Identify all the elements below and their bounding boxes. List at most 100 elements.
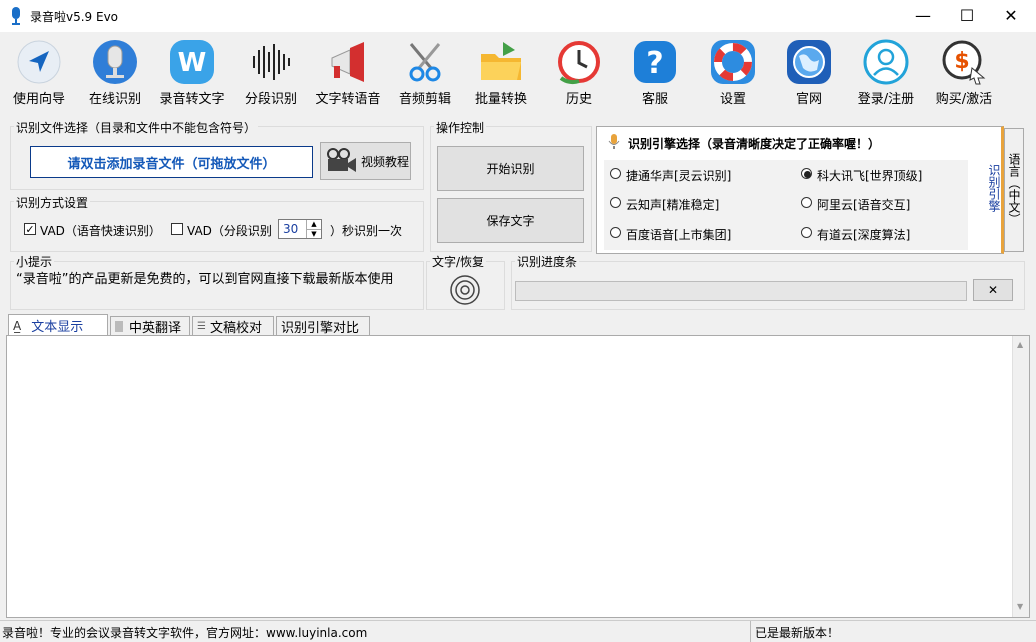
toolbar-label: 在线识别 [88,92,141,107]
engine-radio-youdao[interactable] [801,227,812,238]
seconds-spinner[interactable]: 30 ▲ ▼ [278,219,322,239]
toolbar: 使用向导 在线识别 W 录音转文字 分段识别 文字转语音 音频剪辑 批量转换 历… [0,32,1036,114]
video-tutorial-button[interactable]: 视频教程 [320,142,411,180]
vertical-scrollbar[interactable]: ▲ ▼ [1012,336,1029,617]
status-bar: 录音啦！专业的会议录音转文字软件，官方网址：www.luyinla.com 已是… [0,620,1036,642]
toolbar-label: 使用向导 [12,92,65,107]
engine-label-aliyun: 阿里云[语音交互] [817,198,911,212]
dollar-icon: $ [942,40,986,85]
vad-fast-checkbox[interactable]: ✓ [24,223,36,235]
title-bar: 录音啦v5.9 Evo — ☐ ✕ [0,0,1036,32]
toolbar-service-button[interactable]: ? 客服 [622,32,688,112]
document-icon [115,321,123,332]
toolbar-tts-button[interactable]: 文字转语音 [310,32,386,112]
toolbar-rec2text-button[interactable]: W 录音转文字 [154,32,230,112]
file-select-title: 识别文件选择（目录和文件中不能包含符号） [14,119,259,136]
mode-title: 识别方式设置 [14,194,91,211]
toolbar-label: 文字转语音 [315,92,381,107]
toolbar-label: 登录/注册 [857,92,915,107]
spinner-down-icon[interactable]: ▼ [306,229,321,238]
toolbar-cut-button[interactable]: 音频剪辑 [392,32,458,112]
toolbar-label: 批量转换 [474,92,527,107]
engine-label-youdao: 有道云[深度算法] [817,228,911,242]
toolbar-batch-button[interactable]: 批量转换 [468,32,534,112]
minimize-button[interactable]: — [900,0,946,31]
globe-icon [787,40,831,84]
microphone-icon [93,40,137,84]
svg-text:?: ? [646,46,663,81]
toolbar-online-button[interactable]: 在线识别 [82,32,148,112]
svg-text:$: $ [954,49,969,74]
toolbar-wizard-button[interactable]: 使用向导 [6,32,72,112]
tips-title: 小提示 [14,253,55,270]
engine-radio-iflytek[interactable] [801,168,812,179]
megaphone-icon [331,42,364,82]
engine-label-iflytek: 科大讯飞[世界顶级] [817,169,923,183]
help-icon: ? [634,41,676,83]
toolbar-label: 历史 [565,92,592,107]
toolbar-label: 录音转文字 [159,92,225,107]
engine-radio-unisound[interactable] [610,197,621,208]
scroll-up-icon[interactable]: ▲ [1017,340,1023,349]
list-icon: ☰ [197,321,206,332]
engine-radio-jietong[interactable] [610,168,621,179]
engine-radio-baidu[interactable] [610,227,621,238]
toolbar-label: 音频剪辑 [398,92,451,107]
toolbar-label: 官网 [795,92,822,107]
lifebuoy-icon [711,40,755,84]
text-display-area[interactable]: ▲ ▼ [6,335,1030,618]
maximize-button[interactable]: ☐ [944,0,990,31]
engine-label-unisound: 云知声[精准稳定] [626,198,720,212]
tab-proofread[interactable]: ☰ 文稿校对 [192,316,274,336]
progress-title: 识别进度条 [515,253,580,270]
toolbar-buy-button[interactable]: $ 购买/激活 [926,32,1002,112]
toolbar-segment-button[interactable]: 分段识别 [238,32,304,112]
progress-cancel-button[interactable]: ✕ [973,279,1013,301]
seconds-value: 30 [283,222,299,236]
waveform-icon [253,44,290,80]
control-title: 操作控制 [434,119,487,136]
restore-title: 文字/恢复 [430,253,487,270]
scroll-down-icon[interactable]: ▼ [1017,602,1023,611]
toolbar-label: 设置 [719,92,746,107]
save-text-button[interactable]: 保存文字 [437,198,584,243]
language-tab[interactable]: 语言（中文） [1004,128,1024,252]
vad-fast-label: VAD（语音快速识别） [40,224,161,238]
close-button[interactable]: ✕ [988,0,1034,31]
disc-restore-icon[interactable] [449,274,481,306]
engine-title: 识别引擎选择（录音清晰度决定了正确率喔！） [628,137,881,151]
toolbar-history-button[interactable]: 历史 [546,32,612,112]
tips-text: “录音啦”的产品更新是免费的，可以到官网直接下载最新版本使用 [16,272,394,287]
toolbar-login-button[interactable]: 登录/注册 [848,32,924,112]
tab-label: 中英翻译 [129,321,182,336]
svg-text:W: W [178,48,207,78]
tab-label: 文稿校对 [209,321,262,336]
vad-segment-checkbox[interactable] [171,223,183,235]
tab-translate[interactable]: 中英翻译 [110,316,190,336]
toolbar-label: 客服 [641,92,668,107]
w-letter-icon: W [170,40,214,84]
add-file-button[interactable]: 请双击添加录音文件（可拖放文件） [30,146,313,178]
video-camera-icon [327,148,356,172]
microphone-icon [608,134,620,149]
seconds-suffix: ）秒识别一次 [330,224,403,238]
window-title: 录音啦v5.9 Evo [30,10,119,24]
status-right: 已是最新版本！ [755,626,840,640]
spinner-up-icon[interactable]: ▲ [306,220,321,229]
engine-label-jietong: 捷通华声[灵云识别] [626,169,732,183]
toolbar-website-button[interactable]: 官网 [776,32,842,112]
app-microphone-icon [12,7,20,25]
toolbar-label: 购买/激活 [935,92,993,107]
vad-segment-label: VAD（分段识别 [187,224,272,238]
toolbar-settings-button[interactable]: 设置 [700,32,766,112]
navigation-arrow-icon [17,40,61,84]
engine-radio-aliyun[interactable] [801,197,812,208]
tab-label: 识别引擎对比 [281,321,360,336]
language-tab-label: 语言（中文） [1007,153,1021,225]
text-a-icon: A̲ [13,318,22,333]
progress-bar [515,281,967,301]
engine-side-label: 识别引擎 [987,164,1001,212]
start-recognition-button[interactable]: 开始识别 [437,146,584,191]
tab-engine-compare[interactable]: 识别引擎对比 [276,316,370,336]
tab-text-display[interactable]: A̲ 文本显示 [8,314,108,336]
